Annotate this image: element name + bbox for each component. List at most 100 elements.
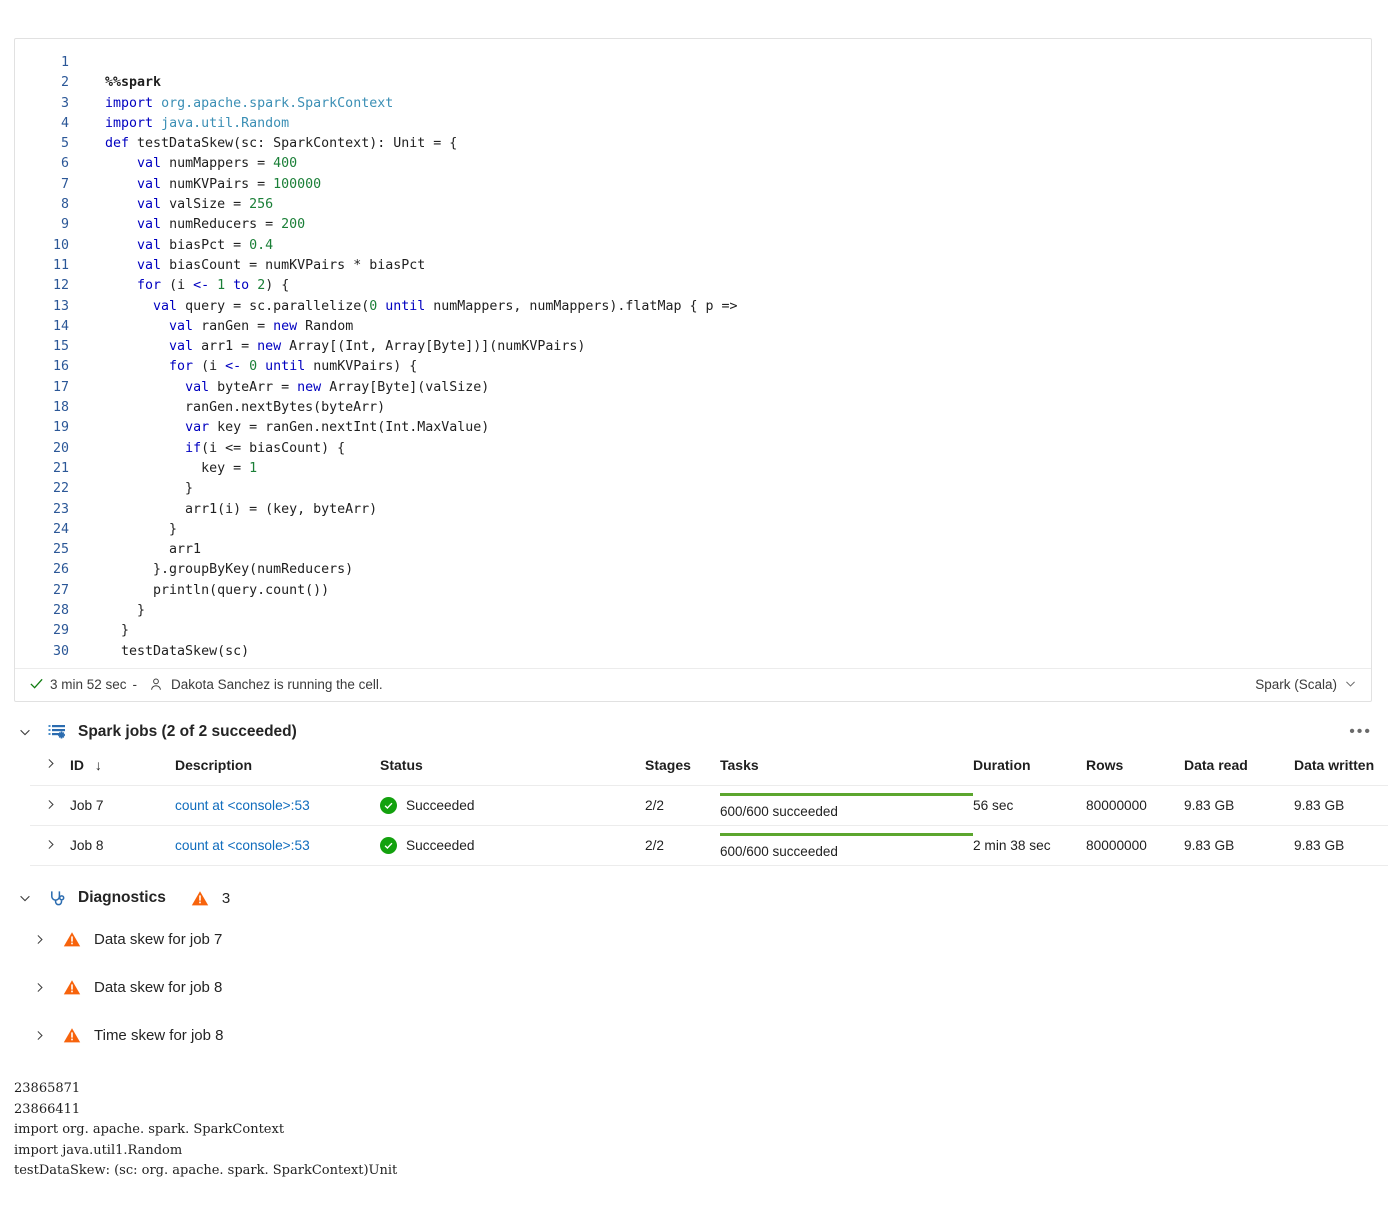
cell-description[interactable]: count at <console>:53 — [175, 825, 380, 866]
expand-all-chevron-icon[interactable] — [30, 757, 57, 773]
collapse-chevron-icon[interactable] — [14, 891, 36, 905]
code-line[interactable]: 22 } — [15, 479, 1371, 499]
cell-language-selector[interactable]: Spark (Scala) — [1255, 677, 1357, 693]
table-row[interactable]: Job 8 count at <console>:53 Succeeded 2/2 60… — [30, 825, 1388, 866]
code-line[interactable]: 7 val numKVPairs = 100000 — [15, 175, 1371, 195]
col-expand-all[interactable] — [30, 749, 70, 786]
diagnostic-item[interactable]: Data skew for job 7 — [0, 915, 1388, 963]
code-line[interactable]: 14 val ranGen = new Random — [15, 317, 1371, 337]
expand-chevron-icon[interactable] — [28, 981, 50, 994]
sort-down-icon[interactable]: ↓ — [95, 757, 102, 773]
col-header-data-read[interactable]: Data read — [1184, 749, 1294, 786]
code-line[interactable]: 10 val biasPct = 0.4 — [15, 236, 1371, 256]
spark-jobs-header[interactable]: Spark jobs (2 of 2 succeeded) ••• — [0, 715, 1388, 749]
chevron-down-icon[interactable] — [1344, 677, 1357, 693]
row-expand-chevron-icon[interactable] — [30, 798, 57, 814]
cell-rows: 80000000 — [1086, 785, 1184, 826]
expand-chevron-icon[interactable] — [28, 1029, 50, 1042]
code-line[interactable]: 29 } — [15, 621, 1371, 641]
line-number: 23 — [52, 501, 69, 517]
line-number: 3 — [60, 95, 69, 111]
line-number: 26 — [52, 562, 69, 578]
line-number: 30 — [52, 643, 69, 659]
more-options-button[interactable]: ••• — [1349, 723, 1372, 741]
code-line[interactable]: 24 } — [15, 520, 1371, 540]
status-separator: - — [132, 677, 138, 693]
expand-chevron-icon[interactable] — [28, 933, 50, 946]
code-line[interactable]: 30 testDataSkew(sc) — [15, 642, 1371, 662]
col-header-tasks[interactable]: Tasks — [720, 749, 973, 786]
notebook-cell[interactable]: 1 2 %%spark 3 import org.apache.spark.SparkC… — [14, 38, 1372, 702]
code-line-text: ranGen.nextBytes(byteArr) — [105, 400, 386, 416]
table-row[interactable]: Job 7 count at <console>:53 Succeeded 2/2 60… — [30, 785, 1388, 826]
cell-stages: 2/2 — [645, 825, 720, 866]
code-line[interactable]: 15 val arr1 = new Array[(Int, Array[Byte… — [15, 337, 1371, 357]
code-editor[interactable]: 1 2 %%spark 3 import org.apache.spark.SparkC… — [15, 39, 1371, 668]
code-line[interactable]: 23 arr1(i) = (key, byteArr) — [15, 500, 1371, 520]
code-line[interactable]: 11 val biasCount = numKVPairs * biasPct — [15, 256, 1371, 276]
cell-description[interactable]: count at <console>:53 — [175, 785, 380, 826]
line-number: 15 — [52, 339, 69, 355]
code-line[interactable]: 27 println(query.count()) — [15, 581, 1371, 601]
job-description-link[interactable]: count at <console>:53 — [175, 838, 310, 853]
line-number: 8 — [60, 197, 69, 213]
row-expand-cell[interactable] — [30, 785, 70, 826]
cell-data-written: 9.83 GB — [1294, 785, 1388, 826]
line-number: 14 — [52, 318, 69, 334]
diagnostic-item[interactable]: Time skew for job 8 — [0, 1011, 1388, 1059]
code-line[interactable]: 9 val numReducers = 200 — [15, 215, 1371, 235]
col-header-status[interactable]: Status — [380, 749, 645, 786]
job-description-link[interactable]: count at <console>:53 — [175, 798, 310, 813]
code-line[interactable]: 2 %%spark — [15, 73, 1371, 93]
code-line-text: arr1(i) = (key, byteArr) — [105, 501, 378, 517]
col-header-duration[interactable]: Duration — [973, 749, 1086, 786]
row-expand-cell[interactable] — [30, 825, 70, 866]
console-line: import java.util1.Random — [14, 1142, 183, 1158]
code-line[interactable]: 3 import org.apache.spark.SparkContext — [15, 94, 1371, 114]
code-line[interactable]: 28 } — [15, 601, 1371, 621]
code-line[interactable]: 25 arr1 — [15, 540, 1371, 560]
code-line-text: val biasPct = 0.4 — [137, 237, 274, 253]
cell-rows: 80000000 — [1086, 825, 1184, 866]
code-line[interactable]: 26 }.groupByKey(numReducers) — [15, 560, 1371, 580]
col-header-stages[interactable]: Stages — [645, 749, 720, 786]
code-line[interactable]: 6 val numMappers = 400 — [15, 154, 1371, 174]
code-line[interactable]: 4 import java.util.Random — [15, 114, 1371, 134]
code-line[interactable]: 1 — [15, 53, 1371, 73]
code-line[interactable]: 17 val byteArr = new Array[Byte](valSize… — [15, 378, 1371, 398]
code-line[interactable]: 13 val query = sc.parallelize(0 until nu… — [15, 297, 1371, 317]
line-number: 21 — [52, 460, 69, 476]
row-expand-chevron-icon[interactable] — [30, 838, 57, 854]
cell-data-read: 9.83 GB — [1184, 785, 1294, 826]
col-header-description[interactable]: Description — [175, 749, 380, 786]
cell-data-read: 9.83 GB — [1184, 825, 1294, 866]
col-header-id[interactable]: ID ↓ — [70, 749, 175, 786]
code-line[interactable]: 21 key = 1 — [15, 459, 1371, 479]
spark-jobs-list-icon — [46, 723, 68, 741]
code-line[interactable]: 20 if(i <= biasCount) { — [15, 439, 1371, 459]
line-number: 5 — [60, 136, 69, 152]
line-number: 22 — [52, 481, 69, 497]
code-line[interactable]: 8 val valSize = 256 — [15, 195, 1371, 215]
diagnostic-label: Data skew for job 7 — [94, 930, 223, 948]
spark-jobs-table: ID ↓ Description Status Stages Tasks Dur… — [30, 749, 1388, 866]
collapse-chevron-icon[interactable] — [14, 725, 36, 739]
warning-icon — [62, 979, 82, 996]
code-line[interactable]: 16 for (i <- 0 until numKVPairs) { — [15, 357, 1371, 377]
console-line: import org. apache. spark. SparkContext — [14, 1122, 285, 1137]
diagnostics-header[interactable]: Diagnostics 3 — [0, 881, 1388, 915]
diagnostics-section: Diagnostics 3 Data skew for job 7 Data sk… — [0, 881, 1388, 1059]
code-line[interactable]: 19 var key = ranGen.nextInt(Int.MaxValue… — [15, 418, 1371, 438]
col-header-data-written[interactable]: Data written — [1294, 749, 1388, 786]
status-label: Succeeded — [406, 798, 475, 813]
code-line[interactable]: 18 ranGen.nextBytes(byteArr) — [15, 398, 1371, 418]
code-line-text: val byteArr = new Array[Byte](valSize) — [185, 379, 490, 395]
cell-status-left: 3 min 52 sec - Dakota Sanchez is running… — [29, 676, 383, 694]
col-header-rows[interactable]: Rows — [1086, 749, 1184, 786]
line-number: 12 — [52, 278, 69, 294]
line-number: 19 — [52, 420, 69, 436]
diagnostic-item[interactable]: Data skew for job 8 — [0, 963, 1388, 1011]
code-line-text: arr1 — [105, 542, 202, 558]
code-line[interactable]: 5 def testDataSkew(sc: SparkContext): Uni… — [15, 134, 1371, 154]
code-line[interactable]: 12 for (i <- 1 to 2) { — [15, 276, 1371, 296]
